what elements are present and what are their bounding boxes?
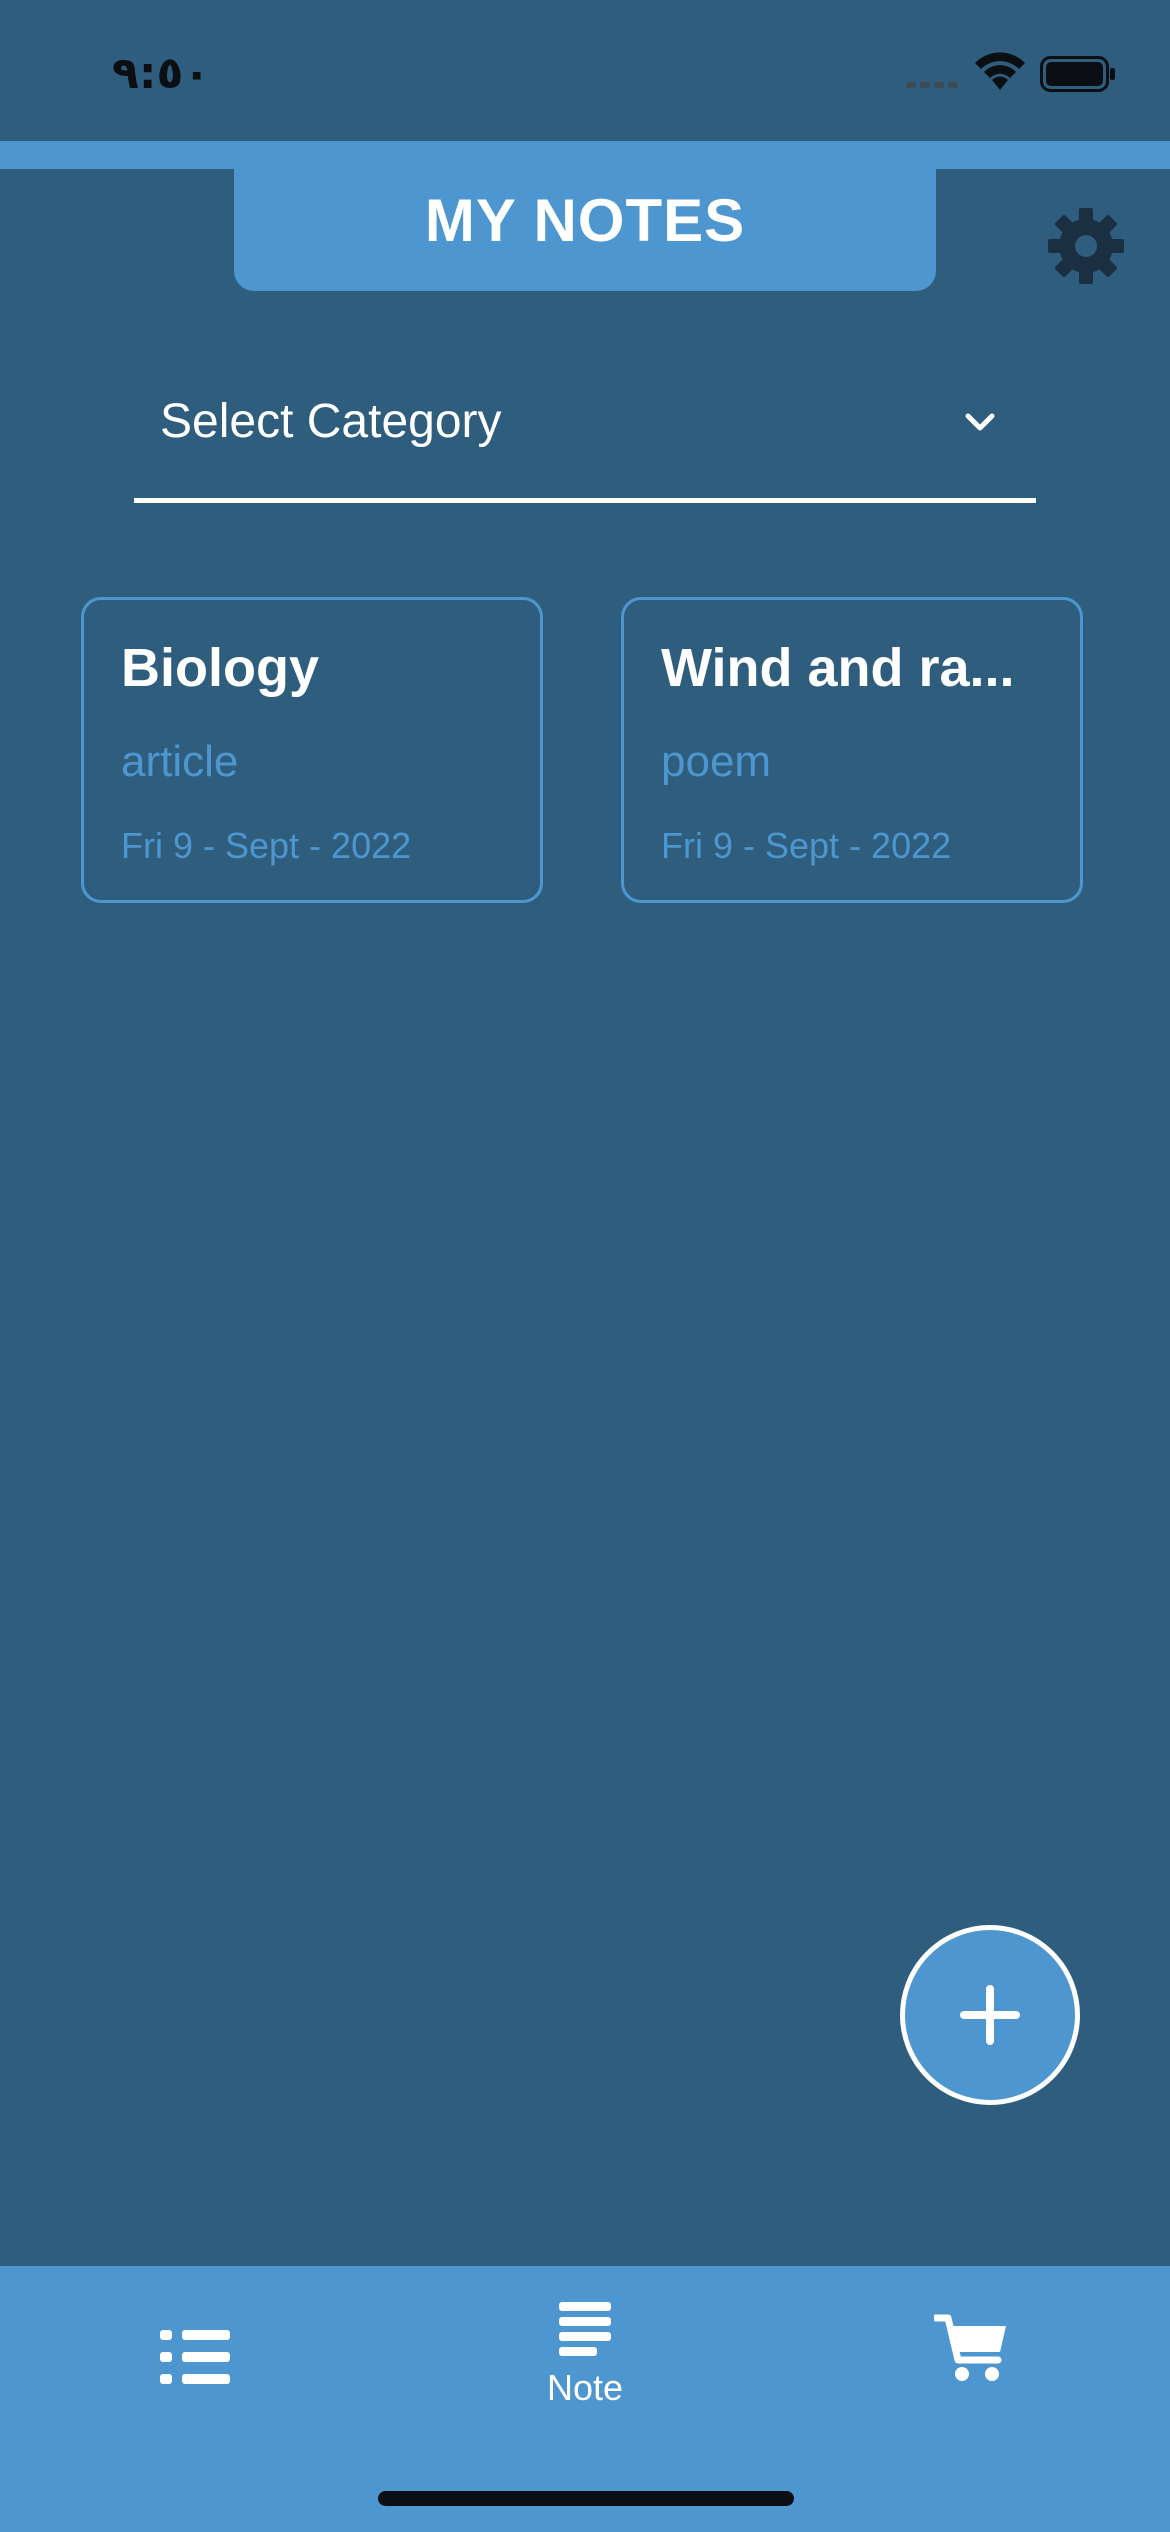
note-category: poem — [661, 737, 772, 786]
signal-icon — [906, 82, 958, 88]
note-title: Wind and ra... — [661, 638, 1015, 698]
title-tab: MY NOTES — [234, 141, 936, 291]
nav-item-note-label: Note — [546, 2367, 624, 2408]
category-select-label: Select Category — [160, 395, 502, 448]
note-card[interactable]: Biology article Fri 9 - Sept - 2022 — [81, 597, 543, 903]
note-date: Fri 9 - Sept - 2022 — [121, 825, 412, 866]
status-bar: ٩:٥٠ — [0, 0, 1170, 140]
add-note-button[interactable] — [900, 1925, 1080, 2105]
note-icon — [559, 2302, 611, 2356]
nav-item-note[interactable]: Note — [500, 2302, 670, 2422]
category-select[interactable]: Select Category — [134, 370, 1036, 503]
settings-button[interactable] — [1046, 206, 1126, 286]
page-title: MY NOTES — [424, 186, 746, 254]
nav-item-cart[interactable] — [932, 2312, 1008, 2386]
plus-icon — [960, 1985, 1020, 2045]
note-card[interactable]: Wind and ra... poem Fri 9 - Sept - 2022 — [621, 597, 1083, 903]
note-category: article — [121, 737, 239, 786]
wifi-icon — [975, 52, 1025, 90]
nav-item-list[interactable] — [160, 2322, 230, 2392]
gear-icon — [1048, 208, 1124, 284]
status-time: ٩:٥٠ — [112, 48, 211, 99]
note-date: Fri 9 - Sept - 2022 — [661, 825, 952, 866]
battery-icon — [1040, 56, 1115, 92]
chevron-down-icon — [965, 413, 995, 431]
cart-icon — [932, 2314, 1006, 2381]
note-title: Biology — [121, 638, 319, 698]
home-indicator — [378, 2491, 794, 2506]
list-icon — [160, 2330, 230, 2384]
